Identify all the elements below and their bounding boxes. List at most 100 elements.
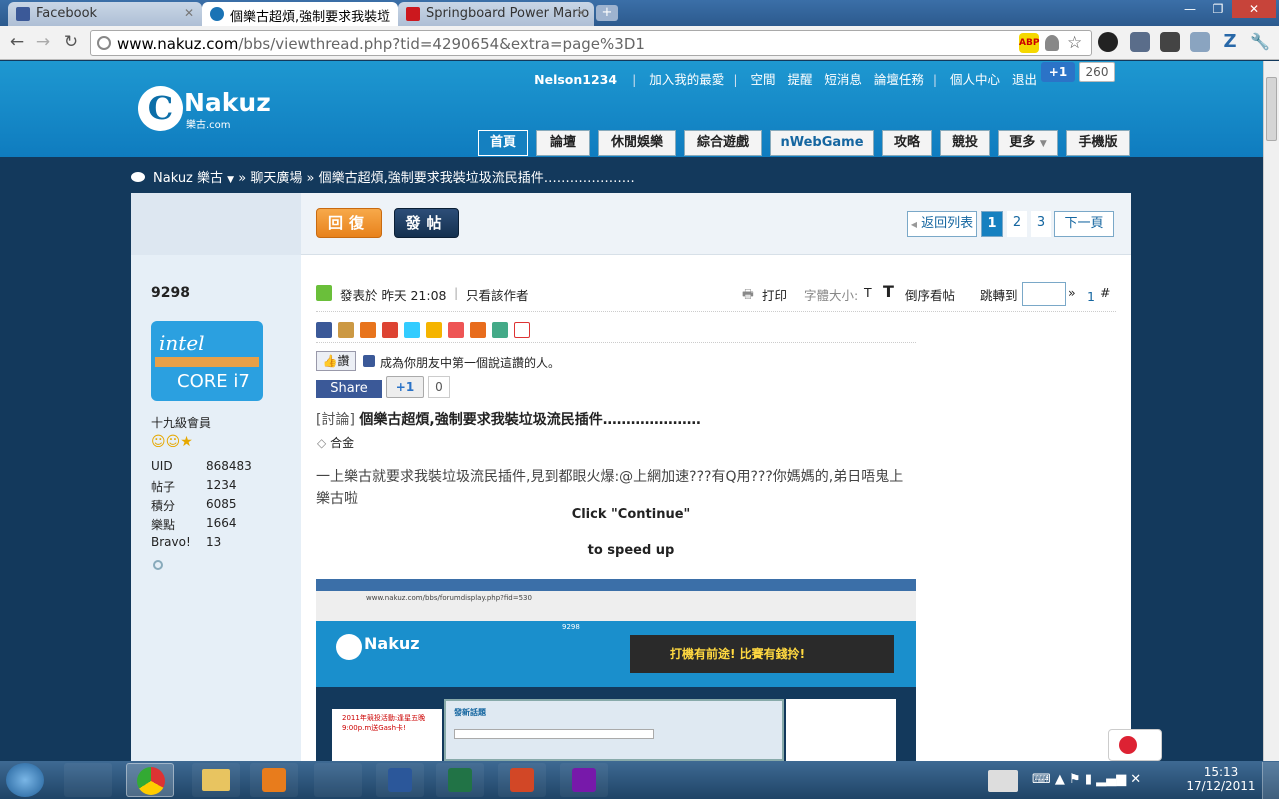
scrollbar-thumb[interactable] xyxy=(1266,77,1277,141)
printer-icon[interactable]: 🖶 xyxy=(742,285,754,306)
embed-banner-text: 打機有前途! 比賽有錢拎! xyxy=(670,647,806,661)
new-post-button[interactable]: 發帖 xyxy=(394,208,459,238)
tab-nakuz[interactable]: 個樂古超煩,強制要求我裝垃 ✕ xyxy=(202,2,398,26)
print-link[interactable]: 打印 xyxy=(762,285,787,304)
embedded-screenshot[interactable]: www.nakuz.com/bbs/forumdisplay.php?fid=5… xyxy=(316,579,916,761)
share-icon[interactable] xyxy=(360,322,376,338)
favorite-link[interactable]: 加入我的最愛 xyxy=(649,72,724,87)
space-link[interactable]: 空間 xyxy=(751,72,776,87)
wrench-icon[interactable]: 🔧 xyxy=(1250,32,1270,52)
facebook-share-button[interactable]: Share xyxy=(316,380,382,398)
google-share-icon[interactable] xyxy=(492,322,508,338)
star-icon[interactable]: ☆ xyxy=(1067,33,1082,53)
close-tab-icon[interactable]: ✕ xyxy=(380,6,390,20)
share-icon[interactable] xyxy=(338,322,354,338)
nav-more[interactable]: 更多 ▼ xyxy=(998,130,1058,156)
share-icon[interactable] xyxy=(470,322,486,338)
start-button[interactable] xyxy=(6,763,44,797)
site-logo[interactable]: C Nakuz 樂古.com xyxy=(138,86,278,134)
extension-ie-icon[interactable] xyxy=(1190,32,1210,52)
page-scrollbar[interactable] xyxy=(1263,61,1279,761)
back-to-list-button[interactable]: ◀ 返回列表 xyxy=(907,211,977,237)
logout-link[interactable]: 退出 xyxy=(1012,72,1037,87)
taskbar-snipping-icon[interactable] xyxy=(64,763,112,797)
tray-clock[interactable]: 15:13 17/12/2011 xyxy=(1186,765,1256,793)
close-window-button[interactable]: ✕ xyxy=(1232,0,1276,18)
share-icon[interactable] xyxy=(426,322,442,338)
taskbar-chrome-icon[interactable] xyxy=(126,763,174,797)
camera-icon[interactable] xyxy=(1160,32,1180,52)
breadcrumb-forum[interactable]: 聊天廣場 xyxy=(250,171,302,186)
nav-bid[interactable]: 競投 xyxy=(940,130,990,156)
page-1[interactable]: 1 xyxy=(981,211,1003,237)
nav-home[interactable]: 首頁 xyxy=(478,130,528,156)
font-large-button[interactable]: T xyxy=(883,282,894,301)
taskbar-onenote-icon[interactable] xyxy=(560,763,608,797)
floating-widget[interactable] xyxy=(1108,729,1162,761)
jump-go-button[interactable]: » xyxy=(1068,285,1076,300)
caret-down-icon[interactable]: ▼ xyxy=(227,175,234,185)
google-plus-button[interactable]: +1 xyxy=(1041,62,1075,82)
taskbar-word-icon[interactable] xyxy=(376,763,424,797)
address-bar[interactable]: www.nakuz.com/bbs/viewthread.php?tid=429… xyxy=(90,30,1092,56)
plurk-share-icon[interactable] xyxy=(382,322,398,338)
breadcrumb-thread[interactable]: 個樂古超煩,強制要求我裝垃圾流民插件………………… xyxy=(319,171,635,186)
minimize-button[interactable]: — xyxy=(1176,0,1204,18)
next-page-button[interactable]: 下一頁 xyxy=(1054,211,1114,237)
nav-games[interactable]: 綜合遊戲 xyxy=(684,130,762,156)
adblock-icon[interactable]: ABP xyxy=(1019,33,1039,53)
like-button[interactable]: 👍讚 xyxy=(316,351,356,371)
font-small-button[interactable]: T xyxy=(864,285,872,300)
extension-mail-icon[interactable] xyxy=(1130,32,1150,52)
reload-icon[interactable]: ↻ xyxy=(60,31,82,53)
thread-tag[interactable]: [討論] xyxy=(316,412,355,428)
widget-icon xyxy=(1119,736,1137,754)
avatar[interactable]: intel CORE i7 xyxy=(151,321,263,401)
taskbar-media-icon[interactable] xyxy=(250,763,298,797)
facebook-icon xyxy=(363,355,375,367)
taskbar-app-icon[interactable] xyxy=(314,763,362,797)
lightbulb-icon[interactable] xyxy=(1045,35,1059,51)
nav-mobile[interactable]: 手機版 xyxy=(1066,130,1130,156)
breadcrumb-site[interactable]: Nakuz 樂古 xyxy=(153,171,223,186)
tag-label[interactable]: 合金 xyxy=(330,436,354,450)
twitter-share-icon[interactable] xyxy=(404,322,420,338)
reverse-link[interactable]: 倒序看帖 xyxy=(905,285,955,304)
share-icon[interactable] xyxy=(514,322,530,338)
show-desktop-button[interactable] xyxy=(1262,762,1279,799)
facebook-share-icon[interactable] xyxy=(316,322,332,338)
page-2[interactable]: 2 xyxy=(1007,211,1027,237)
close-tab-icon[interactable]: ✕ xyxy=(184,6,194,20)
page-3[interactable]: 3 xyxy=(1031,211,1051,237)
profile-link[interactable]: 個人中心 xyxy=(950,72,1000,87)
forward-arrow-icon[interactable]: → xyxy=(32,31,54,53)
nav-guides[interactable]: 攻略 xyxy=(882,130,932,156)
share-icon[interactable] xyxy=(448,322,464,338)
tasks-link[interactable]: 論壇任務 xyxy=(874,72,924,87)
messages-link[interactable]: 短消息 xyxy=(824,72,862,87)
tab-youtube[interactable]: Springboard Power Mario ✕ xyxy=(398,2,594,26)
taskbar-excel-icon[interactable] xyxy=(436,763,484,797)
jump-floor-input[interactable] xyxy=(1022,282,1066,306)
username-link[interactable]: Nelson1234 xyxy=(534,72,617,87)
close-tab-icon[interactable]: ✕ xyxy=(576,6,586,20)
like-text: 成為你朋友中第一個說這讚的人。 xyxy=(380,356,561,370)
notify-link[interactable]: 提醒 xyxy=(787,72,812,87)
extension-circle-icon[interactable] xyxy=(1098,32,1118,52)
nav-forum[interactable]: 論壇 xyxy=(536,130,590,156)
plus-one-button[interactable]: +1 xyxy=(386,376,424,398)
taskbar-powerpoint-icon[interactable] xyxy=(498,763,546,797)
new-tab-button[interactable]: + xyxy=(596,5,618,21)
tray-icons[interactable]: ⌨ ▲ ⚑ ▮ ▂▄▆ ✕ xyxy=(1032,772,1141,787)
tab-facebook[interactable]: Facebook ✕ xyxy=(8,2,202,26)
only-author-link[interactable]: 只看該作者 xyxy=(466,285,529,304)
maximize-button[interactable]: ❐ xyxy=(1204,0,1232,18)
nav-nwebgame[interactable]: nWebGame xyxy=(770,130,874,156)
back-arrow-icon[interactable]: ← xyxy=(6,31,28,53)
taskbar-explorer-icon[interactable] xyxy=(192,763,240,797)
poster-name[interactable]: 9298 xyxy=(151,285,190,301)
extension-z-icon[interactable]: Z xyxy=(1220,32,1240,52)
tray-handwriting-icon[interactable] xyxy=(988,770,1018,792)
nav-leisure[interactable]: 休閒娛樂 xyxy=(598,130,676,156)
reply-button[interactable]: 回復 xyxy=(316,208,382,238)
